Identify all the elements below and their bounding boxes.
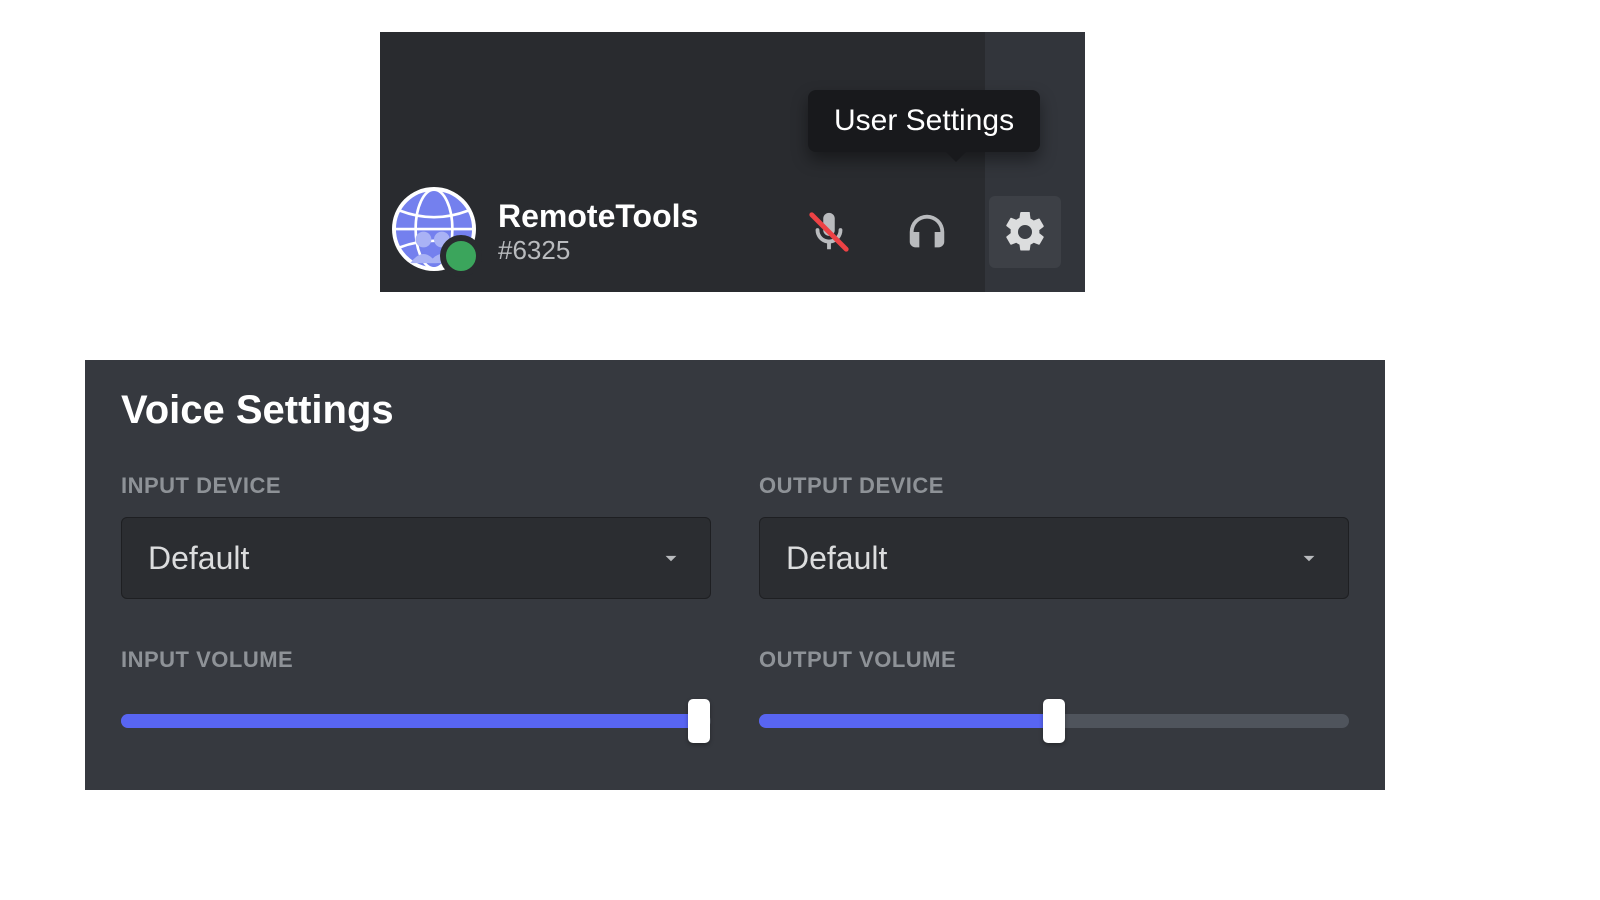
- panel-spacer: [380, 32, 1085, 172]
- user-discriminator: #6325: [498, 236, 698, 266]
- mute-button[interactable]: [793, 196, 865, 268]
- input-device-value: Default: [148, 540, 249, 577]
- slider-fill: [121, 714, 699, 728]
- slider-thumb[interactable]: [1043, 699, 1065, 743]
- input-volume-label: INPUT VOLUME: [121, 647, 711, 673]
- avatar[interactable]: [392, 187, 482, 277]
- input-device-select[interactable]: Default: [121, 517, 711, 599]
- chevron-down-icon: [1296, 545, 1322, 571]
- user-panel: RemoteTools #6325: [380, 32, 1085, 292]
- headphones-icon: [904, 209, 950, 255]
- output-device-select[interactable]: Default: [759, 517, 1349, 599]
- input-device-label: INPUT DEVICE: [121, 473, 711, 499]
- voice-settings-card: Voice Settings INPUT DEVICE Default INPU…: [85, 360, 1385, 790]
- panel-actions: [793, 196, 1075, 268]
- output-device-col: OUTPUT DEVICE Default OUTPUT VOLUME: [759, 473, 1349, 743]
- output-volume-label: OUTPUT VOLUME: [759, 647, 1349, 673]
- user-row: RemoteTools #6325: [380, 172, 1085, 292]
- deafen-button[interactable]: [891, 196, 963, 268]
- status-online-icon: [440, 235, 482, 277]
- chevron-down-icon: [658, 545, 684, 571]
- username: RemoteTools: [498, 198, 698, 235]
- microphone-muted-icon: [806, 209, 852, 255]
- user-settings-button[interactable]: [989, 196, 1061, 268]
- gear-icon: [1001, 208, 1049, 256]
- output-device-label: OUTPUT DEVICE: [759, 473, 1349, 499]
- user-text: RemoteTools #6325: [498, 198, 698, 267]
- slider-fill: [759, 714, 1054, 728]
- output-volume-slider[interactable]: [759, 699, 1349, 743]
- output-device-value: Default: [786, 540, 887, 577]
- voice-settings-title: Voice Settings: [121, 388, 1349, 433]
- input-volume-slider[interactable]: [121, 699, 711, 743]
- slider-thumb[interactable]: [688, 699, 710, 743]
- device-row: INPUT DEVICE Default INPUT VOLUME OUTPUT…: [121, 473, 1349, 743]
- input-device-col: INPUT DEVICE Default INPUT VOLUME: [121, 473, 711, 743]
